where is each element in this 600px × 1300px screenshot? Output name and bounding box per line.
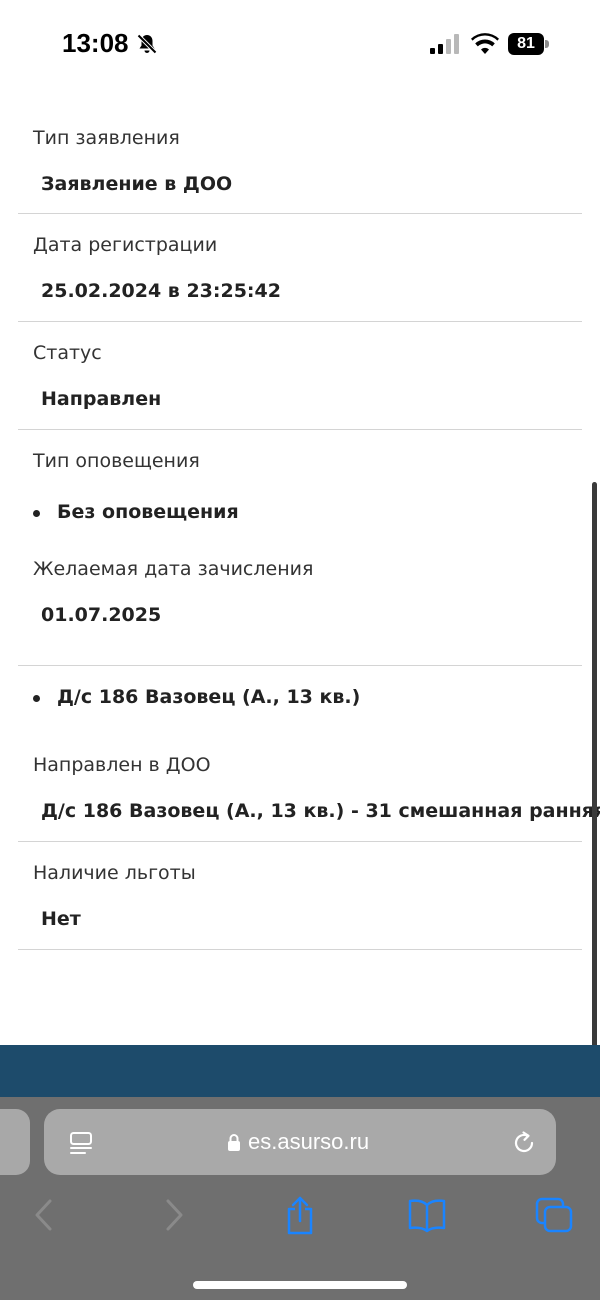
share-icon[interactable]: [284, 1195, 316, 1235]
address-bar[interactable]: es.asurso.ru: [44, 1109, 556, 1175]
field-request-type: Тип заявления Заявление в ДОО: [18, 108, 582, 214]
application-details: Тип заявления Заявление в ДОО Дата регис…: [18, 108, 600, 950]
bookmarks-icon[interactable]: [407, 1197, 447, 1233]
field-value: 25.02.2024 в 23:25:42: [41, 280, 281, 302]
notification-list: Без оповещения: [18, 503, 582, 522]
signal-icon: [430, 34, 459, 54]
field-value: Д/с 186 Вазовец (А., 13 кв.) - 31 смешан…: [41, 800, 600, 822]
reload-icon[interactable]: [510, 1129, 538, 1157]
field-label: Наличие льготы: [33, 862, 196, 884]
field-benefit: Наличие льготы Нет: [18, 842, 582, 950]
bell-slash-icon: [137, 34, 157, 54]
field-label: Направлен в ДОО: [33, 754, 211, 776]
battery-cap: [545, 40, 549, 48]
field-desired-enrollment-date: Желаемая дата зачисления 01.07.2025: [18, 558, 582, 666]
field-label: Статус: [33, 342, 102, 364]
battery-indicator: 81: [508, 33, 544, 55]
field-value: Направлен: [41, 388, 162, 410]
previous-tab-preview[interactable]: [0, 1109, 30, 1175]
lock-icon: [228, 1134, 240, 1151]
back-icon[interactable]: [32, 1198, 56, 1232]
browser-chrome: es.asurso.ru: [0, 1097, 600, 1300]
forward-icon[interactable]: [162, 1198, 186, 1232]
field-notification-type: Тип оповещения Без оповещения: [18, 430, 582, 558]
reader-icon[interactable]: [68, 1130, 94, 1156]
field-assigned-doo: Направлен в ДОО Д/с 186 Вазовец (А., 13 …: [18, 754, 600, 842]
field-preferred-doo: Д/с 186 Вазовец (А., 13 кв.): [18, 666, 582, 754]
list-item: Без оповещения: [18, 503, 582, 522]
screen: 13:08 81 Тип заявления Заявление в ДОО Д…: [0, 0, 600, 1300]
field-label: Желаемая дата зачисления: [33, 558, 314, 580]
list-item: Д/с 186 Вазовец (А., 13 кв.): [18, 688, 582, 707]
field-value: 01.07.2025: [41, 604, 162, 626]
page-footer: [0, 1045, 600, 1097]
battery-level: 81: [517, 35, 535, 52]
field-value: Нет: [41, 908, 81, 930]
field-label: Тип оповещения: [33, 450, 200, 472]
field-label: Тип заявления: [33, 127, 180, 149]
preferred-doo-list: Д/с 186 Вазовец (А., 13 кв.): [18, 666, 582, 707]
field-registration-date: Дата регистрации 25.02.2024 в 23:25:42: [18, 214, 582, 322]
scrollbar[interactable]: [592, 482, 597, 1092]
tabs-icon[interactable]: [535, 1197, 573, 1233]
status-bar: 13:08 81: [0, 0, 600, 90]
field-value: Заявление в ДОО: [41, 173, 233, 195]
status-time: 13:08: [62, 28, 129, 58]
field-status: Статус Направлен: [18, 322, 582, 430]
home-indicator: [193, 1281, 407, 1289]
field-label: Дата регистрации: [33, 234, 218, 256]
wifi-icon: [471, 33, 499, 54]
url-text[interactable]: es.asurso.ru: [248, 1129, 369, 1155]
